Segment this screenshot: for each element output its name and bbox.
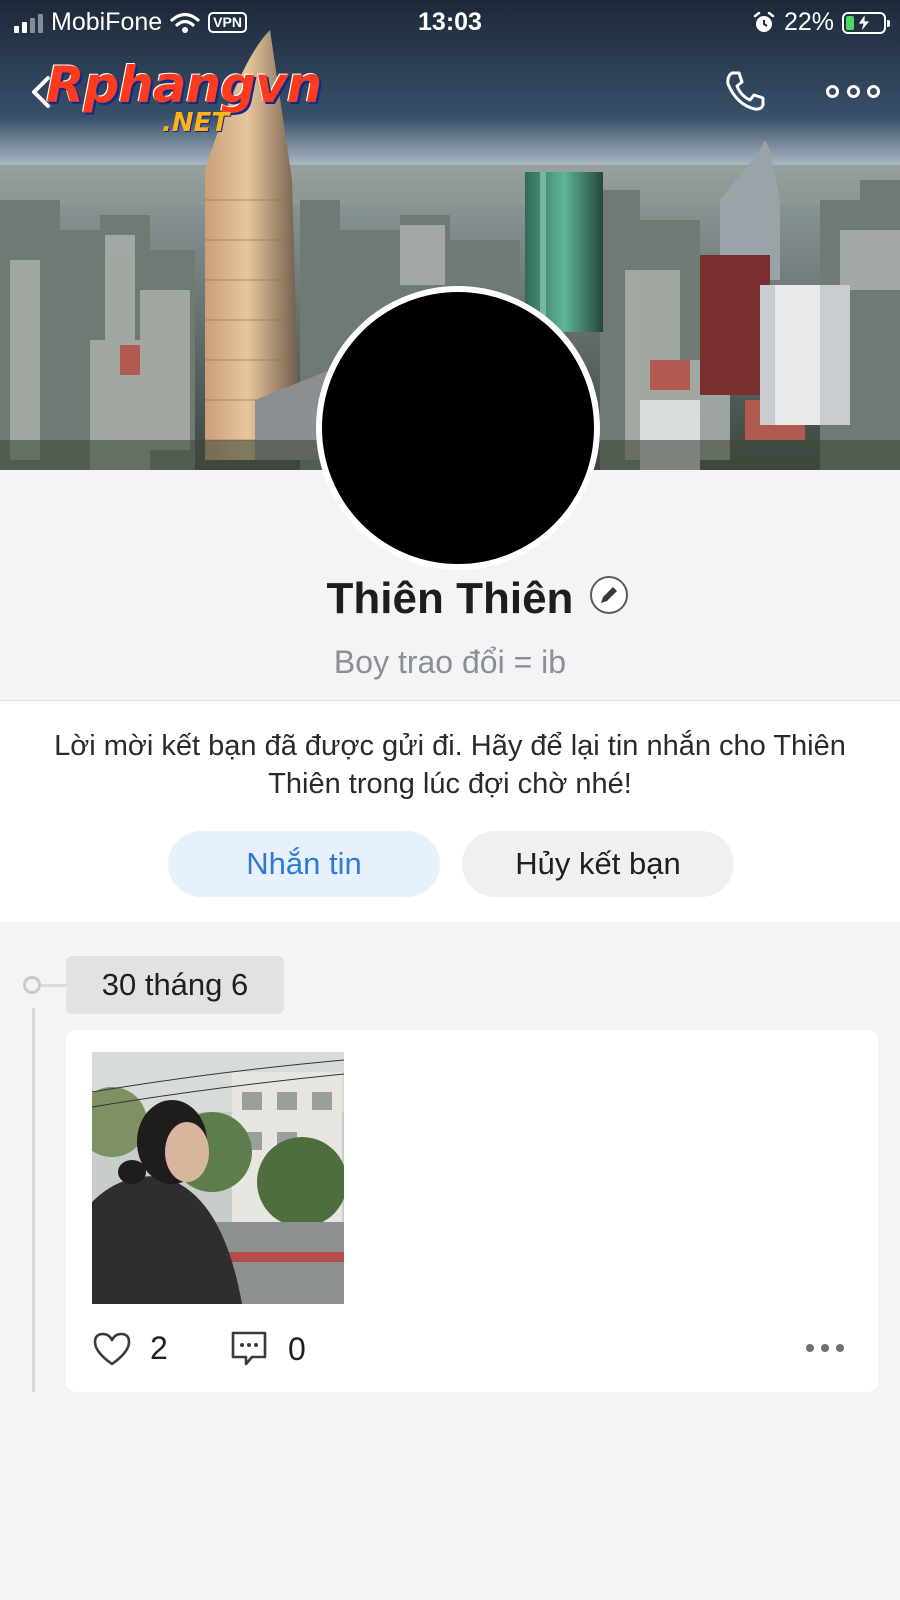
post-photo[interactable] xyxy=(92,1052,344,1304)
cancel-friend-request-button[interactable]: Hủy kết bạn xyxy=(462,831,734,897)
more-icon xyxy=(826,84,839,98)
timeline-line xyxy=(32,1008,35,1392)
comment-button[interactable]: 0 xyxy=(230,1330,306,1368)
timeline-dot xyxy=(23,976,41,994)
post-card[interactable]: 2 0 xyxy=(66,1030,878,1392)
profile-bio: Boy trao đổi = ib xyxy=(333,644,567,680)
comment-count: 0 xyxy=(288,1330,306,1367)
edit-name-button[interactable] xyxy=(590,576,628,614)
phone-icon xyxy=(726,71,765,111)
more-icon xyxy=(806,1344,814,1352)
timeline-connector xyxy=(41,984,67,987)
call-button[interactable] xyxy=(722,68,768,114)
comment-icon xyxy=(231,1331,267,1366)
like-button[interactable]: 2 xyxy=(92,1330,168,1367)
avatar[interactable] xyxy=(316,286,600,570)
send-message-button[interactable]: Nhắn tin xyxy=(168,831,440,897)
profile-name: Thiên Thiên xyxy=(326,574,574,623)
edit-icon xyxy=(601,587,617,603)
like-count: 2 xyxy=(150,1330,168,1366)
timeline-date: 30 tháng 6 xyxy=(66,956,284,1014)
friend-request-message: Lời mời kết bạn đã được gửi đi. Hãy để l… xyxy=(54,730,846,800)
alarm-icon xyxy=(753,11,775,32)
friend-request-panel: Lời mời kết bạn đã được gửi đi. Hãy để l… xyxy=(0,700,900,922)
battery-percent: 22% xyxy=(783,8,834,36)
battery-icon xyxy=(842,11,890,34)
watermark-suffix: .NET xyxy=(162,108,230,138)
post-image xyxy=(92,1052,344,1304)
more-options-button[interactable] xyxy=(826,74,880,108)
post-more-button[interactable] xyxy=(806,1344,844,1352)
status-bar: MobiFone VPN 13:03 22% xyxy=(0,0,900,46)
watermark-text: Rphangvn xyxy=(46,56,322,114)
watermark-logo: Rphangvn .NET xyxy=(46,56,322,138)
heart-icon xyxy=(93,1332,131,1365)
